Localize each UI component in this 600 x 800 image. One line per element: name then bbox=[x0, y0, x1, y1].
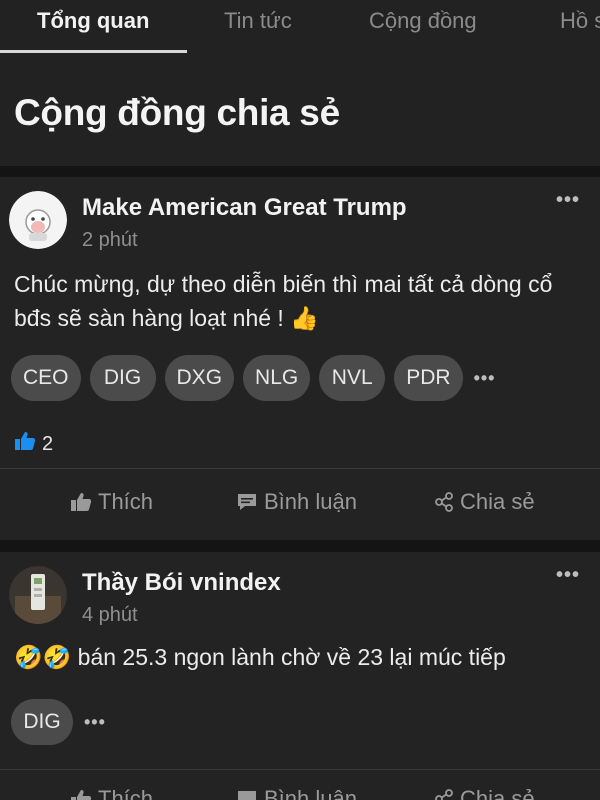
tab-overview[interactable]: Tổng quan bbox=[37, 8, 149, 34]
divider bbox=[0, 468, 600, 469]
more-tags-icon[interactable]: ••• bbox=[84, 712, 106, 733]
tag-list: DIG ••• bbox=[11, 699, 106, 745]
share-label: Chia sẻ bbox=[460, 786, 535, 800]
tab-profile[interactable]: Hồ s bbox=[560, 8, 600, 34]
more-tags-icon[interactable]: ••• bbox=[474, 368, 496, 389]
page-title: Cộng đồng chia sẻ bbox=[14, 92, 340, 133]
share-icon bbox=[434, 492, 454, 512]
active-tab-indicator bbox=[0, 50, 187, 53]
post-actions: Thích Bình luận Chia sẻ bbox=[0, 786, 600, 800]
comment-label: Bình luận bbox=[264, 489, 357, 514]
tag-chip[interactable]: NLG bbox=[243, 355, 311, 401]
like-button[interactable]: Thích bbox=[70, 489, 153, 515]
tag-chip[interactable]: NVL bbox=[319, 355, 386, 401]
post-author[interactable]: Thầy Bói vnindex bbox=[82, 569, 281, 597]
like-count[interactable]: 2 bbox=[14, 431, 53, 457]
tag-chip[interactable]: DXG bbox=[164, 355, 235, 401]
tag-list: CEO DIG DXG NLG NVL PDR ••• bbox=[11, 355, 495, 401]
share-label: Chia sẻ bbox=[460, 489, 535, 514]
comment-icon bbox=[236, 492, 258, 512]
thumbs-up-icon bbox=[70, 492, 92, 512]
post-content: 🤣🤣 bán 25.3 ngon lành chờ về 23 lại múc … bbox=[14, 644, 506, 670]
post-card: Thầy Bói vnindex 4 phút ••• 🤣🤣 bán 25.3 … bbox=[0, 552, 600, 800]
post-time: 4 phút bbox=[82, 604, 138, 626]
comment-icon bbox=[236, 789, 258, 800]
like-count-value: 2 bbox=[42, 432, 54, 455]
tab-community[interactable]: Cộng đồng bbox=[369, 8, 477, 34]
comment-label: Bình luận bbox=[264, 786, 357, 800]
thumbs-up-icon bbox=[14, 431, 36, 457]
post-actions: Thích Bình luận Chia sẻ bbox=[0, 489, 600, 537]
comment-button[interactable]: Bình luận bbox=[236, 786, 357, 800]
post-content: Chúc mừng, dự theo diễn biến thì mai tất… bbox=[14, 271, 553, 331]
page-header: Cộng đồng chia sẻ bbox=[0, 54, 600, 166]
tag-chip[interactable]: DIG bbox=[11, 699, 73, 745]
post-card: Make American Great Trump 2 phút ••• Chú… bbox=[0, 177, 600, 540]
more-options-icon[interactable]: ••• bbox=[556, 189, 580, 212]
share-icon bbox=[434, 789, 454, 800]
tag-chip[interactable]: PDR bbox=[394, 355, 463, 401]
thumbs-up-icon bbox=[70, 789, 92, 800]
divider bbox=[0, 769, 600, 770]
more-options-icon[interactable]: ••• bbox=[556, 564, 580, 587]
post-time: 2 phút bbox=[82, 229, 138, 251]
like-button[interactable]: Thích bbox=[70, 786, 153, 800]
share-button[interactable]: Chia sẻ bbox=[434, 786, 535, 800]
tab-news[interactable]: Tin tức bbox=[224, 8, 292, 34]
like-label: Thích bbox=[98, 786, 154, 800]
tag-chip[interactable]: CEO bbox=[11, 355, 81, 401]
post-author[interactable]: Make American Great Trump bbox=[82, 194, 407, 222]
tag-chip[interactable]: DIG bbox=[89, 355, 156, 401]
avatar[interactable] bbox=[9, 566, 67, 624]
avatar[interactable] bbox=[9, 191, 67, 249]
like-label: Thích bbox=[98, 489, 154, 514]
tab-bar: Tổng quan Tin tức Cộng đồng Hồ s bbox=[0, 0, 600, 54]
share-button[interactable]: Chia sẻ bbox=[434, 489, 535, 515]
comment-button[interactable]: Bình luận bbox=[236, 489, 357, 515]
